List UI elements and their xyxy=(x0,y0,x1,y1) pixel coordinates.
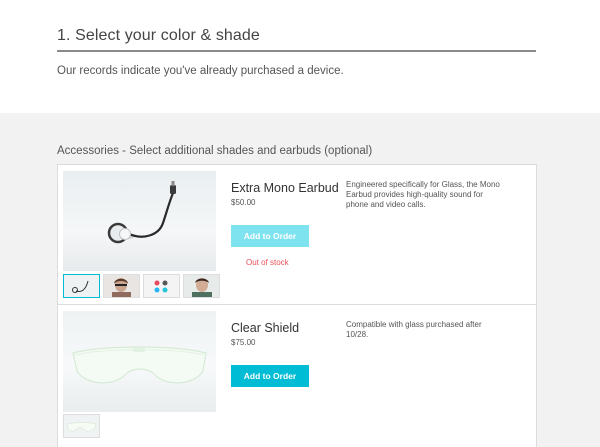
step-section: 1. Select your color & shade Our records… xyxy=(0,0,600,113)
add-to-order-button[interactable]: Add to Order xyxy=(231,225,309,247)
step-title: 1. Select your color & shade xyxy=(57,27,536,52)
product-description: Compatible with glass purchased after 10… xyxy=(346,320,482,339)
product-price: $50.00 xyxy=(231,198,256,207)
product-description: Engineered specifically for Glass, the M… xyxy=(346,180,500,209)
shield-illustration xyxy=(72,346,207,384)
earbud-product-image xyxy=(63,171,216,271)
earbud-thumb-icon xyxy=(64,275,99,297)
product-price: $75.00 xyxy=(231,338,256,347)
shield-thumb-icon xyxy=(64,415,99,437)
person-thumbnail-2[interactable] xyxy=(183,274,220,298)
product-card-mono-earbud: Extra Mono Earbud $50.00 Add to Order Ou… xyxy=(58,165,536,305)
earbud-illustration xyxy=(107,181,176,244)
add-to-order-button[interactable]: Add to Order xyxy=(231,365,309,387)
earbud-thumbnail[interactable] xyxy=(63,274,100,298)
accessories-panel: Extra Mono Earbud $50.00 Add to Order Ou… xyxy=(57,164,537,447)
shield-thumbnail[interactable] xyxy=(63,414,100,438)
colors-thumb-icon xyxy=(144,275,179,297)
product-name: Clear Shield xyxy=(231,321,300,335)
person-thumb-2-icon xyxy=(184,275,219,297)
colors-thumbnail[interactable] xyxy=(143,274,180,298)
shield-product-image xyxy=(63,311,216,412)
product-card-clear-shield: Clear Shield $75.00 Add to Order Compati… xyxy=(58,305,536,447)
out-of-stock-label: Out of stock xyxy=(246,258,289,267)
records-note: Our records indicate you've already purc… xyxy=(57,65,344,77)
person-thumb-icon xyxy=(104,275,139,297)
product-name: Extra Mono Earbud xyxy=(231,181,339,195)
accessories-heading: Accessories - Select additional shades a… xyxy=(57,145,373,157)
person-thumbnail[interactable] xyxy=(103,274,140,298)
